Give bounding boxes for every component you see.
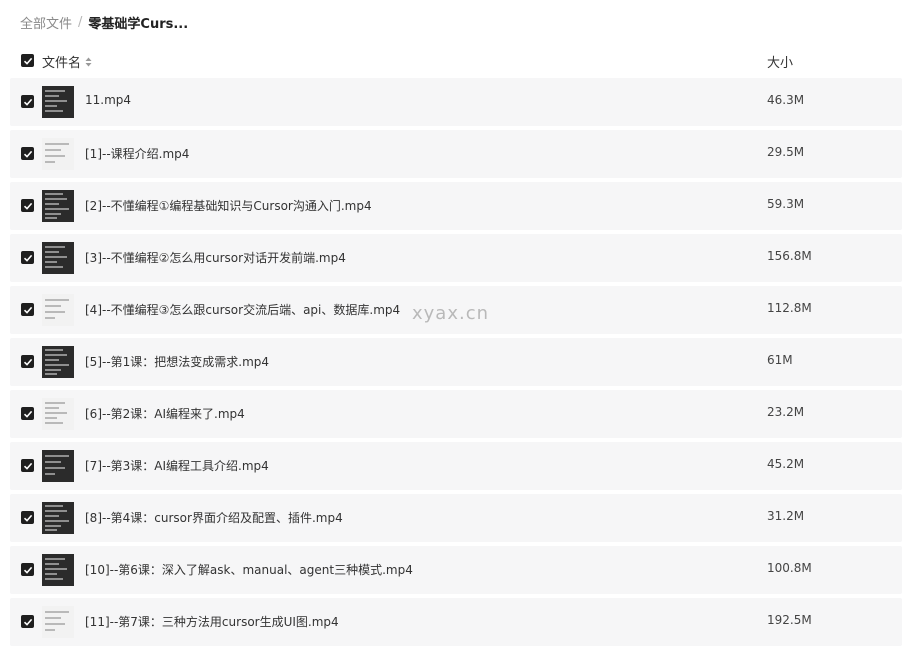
file-row[interactable]: 11.mp4 46.3M — [10, 78, 902, 126]
file-name-link[interactable]: 11.mp4 — [85, 93, 131, 107]
video-thumbnail[interactable] — [42, 606, 74, 638]
checkmark-icon — [23, 98, 32, 106]
breadcrumb-all-files-link[interactable]: 全部文件 — [20, 13, 72, 32]
watermark: xyax.cn — [412, 303, 490, 324]
checkmark-icon — [23, 410, 32, 418]
file-size: 23.2M — [767, 405, 805, 419]
row-checkbox[interactable] — [21, 511, 34, 524]
row-checkbox[interactable] — [21, 147, 34, 160]
select-all-checkbox[interactable] — [21, 54, 34, 67]
breadcrumb-current-folder: 零基础学Curs... — [88, 16, 189, 32]
file-row[interactable]: [7]--第3课：AI编程工具介绍.mp4 45.2M — [10, 442, 902, 490]
row-checkbox[interactable] — [21, 459, 34, 472]
checkmark-icon — [23, 57, 32, 65]
checkmark-icon — [23, 306, 32, 314]
file-name-link[interactable]: [10]--第6课：深入了解ask、manual、agent三种模式.mp4 — [85, 561, 413, 578]
file-list-header: 文件名 大小 — [0, 48, 902, 74]
row-checkbox[interactable] — [21, 199, 34, 212]
checkmark-icon — [23, 254, 32, 262]
file-size: 46.3M — [767, 93, 805, 107]
video-thumbnail[interactable] — [42, 86, 74, 118]
file-size: 45.2M — [767, 457, 805, 471]
checkmark-icon — [23, 462, 32, 470]
row-checkbox[interactable] — [21, 303, 34, 316]
video-thumbnail[interactable] — [42, 138, 74, 170]
video-thumbnail[interactable] — [42, 398, 74, 430]
video-thumbnail[interactable] — [42, 294, 74, 326]
file-size: 112.8M — [767, 301, 812, 315]
breadcrumb-separator: / — [78, 14, 83, 30]
file-row[interactable]: [8]--第4课：cursor界面介绍及配置、插件.mp4 31.2M — [10, 494, 902, 542]
name-column-header[interactable]: 文件名 — [42, 52, 92, 71]
file-name-link[interactable]: [7]--第3课：AI编程工具介绍.mp4 — [85, 457, 269, 474]
checkmark-icon — [23, 358, 32, 366]
file-name-link[interactable]: [5]--第1课：把想法变成需求.mp4 — [85, 353, 269, 370]
file-row[interactable]: [6]--第2课：AI编程来了.mp4 23.2M — [10, 390, 902, 438]
file-name-link[interactable]: [3]--不懂编程②怎么用cursor对话开发前端.mp4 — [85, 249, 346, 266]
file-size: 100.8M — [767, 561, 812, 575]
file-row[interactable]: [3]--不懂编程②怎么用cursor对话开发前端.mp4 156.8M — [10, 234, 902, 282]
checkmark-icon — [23, 566, 32, 574]
breadcrumb: 全部文件 / 零基础学Curs... — [20, 12, 188, 32]
file-name-link[interactable]: [2]--不懂编程①编程基础知识与Cursor沟通入门.mp4 — [85, 197, 372, 214]
file-size: 59.3M — [767, 197, 805, 211]
file-name-link[interactable]: [8]--第4课：cursor界面介绍及配置、插件.mp4 — [85, 509, 343, 526]
file-size: 29.5M — [767, 145, 805, 159]
file-size: 156.8M — [767, 249, 812, 263]
file-row[interactable]: [2]--不懂编程①编程基础知识与Cursor沟通入门.mp4 59.3M — [10, 182, 902, 230]
file-name-link[interactable]: [11]--第7课：三种方法用cursor生成UI图.mp4 — [85, 613, 339, 630]
video-thumbnail[interactable] — [42, 450, 74, 482]
row-checkbox[interactable] — [21, 615, 34, 628]
row-checkbox[interactable] — [21, 251, 34, 264]
file-row[interactable]: [10]--第6课：深入了解ask、manual、agent三种模式.mp4 10… — [10, 546, 902, 594]
file-row[interactable]: [5]--第1课：把想法变成需求.mp4 61M — [10, 338, 902, 386]
file-row[interactable]: [11]--第7课：三种方法用cursor生成UI图.mp4 192.5M — [10, 598, 902, 646]
file-name-link[interactable]: [4]--不懂编程③怎么跟cursor交流后端、api、数据库.mp4 — [85, 301, 400, 318]
video-thumbnail[interactable] — [42, 502, 74, 534]
file-size: 61M — [767, 353, 793, 367]
file-name-link[interactable]: [1]--课程介绍.mp4 — [85, 145, 189, 162]
row-checkbox[interactable] — [21, 563, 34, 576]
checkmark-icon — [23, 202, 32, 210]
video-thumbnail[interactable] — [42, 554, 74, 586]
size-column-header[interactable]: 大小 — [767, 52, 793, 71]
file-size: 31.2M — [767, 509, 805, 523]
checkmark-icon — [23, 618, 32, 626]
sort-arrows-icon[interactable] — [85, 57, 92, 67]
video-thumbnail[interactable] — [42, 190, 74, 222]
row-checkbox[interactable] — [21, 355, 34, 368]
video-thumbnail[interactable] — [42, 346, 74, 378]
file-name-link[interactable]: [6]--第2课：AI编程来了.mp4 — [85, 405, 245, 422]
file-size: 192.5M — [767, 613, 812, 627]
name-column-label: 文件名 — [42, 56, 82, 71]
video-thumbnail[interactable] — [42, 242, 74, 274]
checkmark-icon — [23, 150, 32, 158]
row-checkbox[interactable] — [21, 407, 34, 420]
row-checkbox[interactable] — [21, 95, 34, 108]
file-row[interactable]: [1]--课程介绍.mp4 29.5M — [10, 130, 902, 178]
checkmark-icon — [23, 514, 32, 522]
